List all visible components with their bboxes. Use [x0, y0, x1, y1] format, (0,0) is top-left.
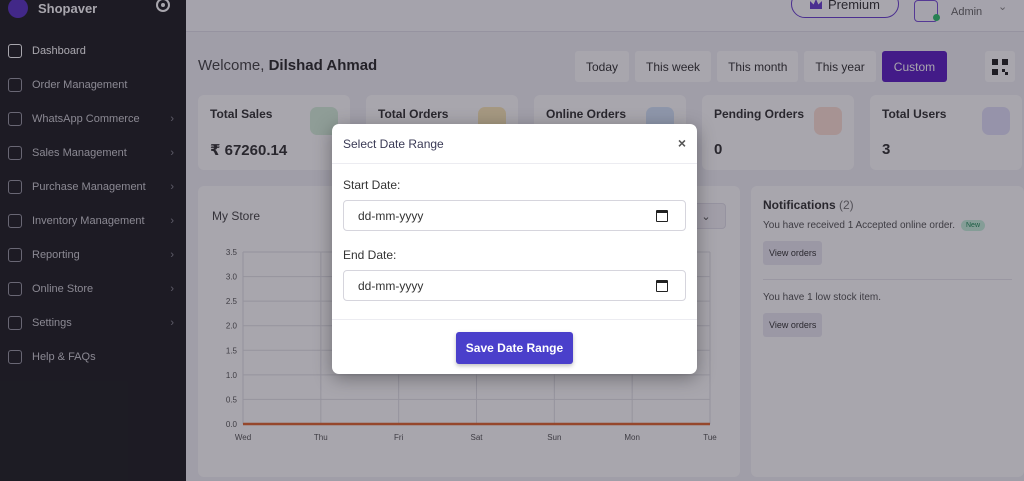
modal-title: Select Date Range [343, 136, 444, 151]
end-date-label: End Date: [343, 248, 397, 262]
start-date-value: dd-mm-yyyy [358, 208, 424, 223]
date-range-modal: Select Date Range × Start Date: dd-mm-yy… [332, 124, 697, 374]
calendar-icon[interactable] [656, 210, 668, 222]
modal-body: Start Date: dd-mm-yyyy End Date: dd-mm-y… [332, 164, 697, 301]
modal-header: Select Date Range × [332, 124, 697, 164]
start-date-input[interactable]: dd-mm-yyyy [343, 200, 686, 231]
modal-footer: Save Date Range [332, 319, 697, 374]
start-date-label: Start Date: [343, 178, 401, 192]
save-date-range-button[interactable]: Save Date Range [456, 332, 573, 364]
end-date-input[interactable]: dd-mm-yyyy [343, 270, 686, 301]
calendar-icon[interactable] [656, 280, 668, 292]
end-date-value: dd-mm-yyyy [358, 278, 424, 293]
close-button[interactable]: × [678, 135, 686, 151]
